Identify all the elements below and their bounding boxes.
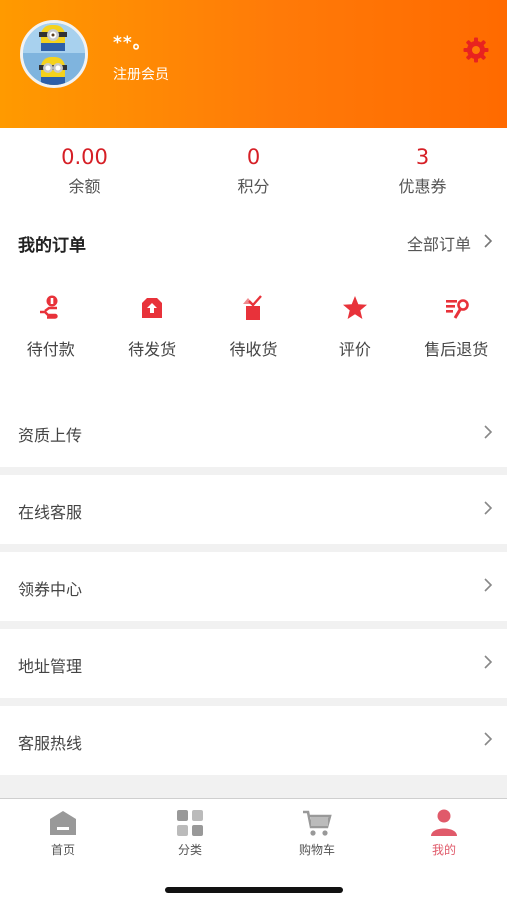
order-status-label: 待收货 [229,340,278,359]
bottom-tab-bar: 首页 分类 购物车 我的 [0,798,507,900]
menu-item-online-service[interactable]: 在线客服 [0,475,507,544]
chevron-right-icon [484,234,493,248]
order-status-after-sales[interactable]: 售后退货 [406,290,507,370]
divider [0,467,507,475]
tab-category[interactable]: 分类 [127,799,253,859]
payment-pending-icon [39,295,58,319]
tab-cart[interactable]: 购物车 [254,799,380,859]
order-status-label: 待发货 [128,340,177,359]
gear-icon[interactable] [462,36,490,64]
menu-item-label: 领券中心 [18,580,83,599]
menu-item-coupon-center[interactable]: 领券中心 [0,552,507,621]
category-icon [177,810,203,836]
order-status-row: 待付款 待发货 待收货 评价 售后退货 [0,290,507,370]
divider [0,775,507,798]
member-level: 注册会员 [113,67,169,83]
menu-item-label: 地址管理 [18,657,83,676]
stat-balance[interactable]: 0.00 余额 [0,128,169,206]
profile-icon [431,809,457,836]
home-indicator[interactable] [165,887,343,893]
menu-item-label: 客服热线 [18,734,83,753]
divider [0,544,507,552]
tab-label: 分类 [177,843,202,857]
chevron-right-icon [484,655,493,669]
profile-header: **。 注册会员 [0,0,507,128]
divider [0,698,507,706]
tab-home[interactable]: 首页 [0,799,126,859]
chevron-right-icon [484,501,493,515]
stat-value: 0 [246,145,261,169]
cart-icon [303,810,332,836]
star-icon [342,296,367,319]
order-status-label: 售后退货 [424,340,489,359]
my-orders-title: 我的订单 [18,236,86,256]
order-status-label: 待付款 [26,340,75,359]
tab-label: 我的 [431,843,456,857]
stat-label: 余额 [68,177,101,196]
all-orders-link[interactable]: 全部订单 [407,231,471,255]
my-orders-header: 我的订单 全部订单 [0,222,507,260]
stat-points[interactable]: 0 积分 [169,128,338,206]
stat-label: 优惠券 [398,177,447,196]
to-receive-icon [243,295,263,320]
stat-value: 0.00 [61,145,108,169]
nickname: **。 [113,33,151,53]
stat-coupons[interactable]: 3 优惠券 [338,128,507,206]
order-status-pending-payment[interactable]: 待付款 [0,290,101,370]
divider [0,621,507,629]
tab-label: 首页 [50,843,75,857]
chevron-right-icon [484,578,493,592]
menu-item-label: 资质上传 [18,426,83,445]
chevron-right-icon [484,732,493,746]
to-ship-icon [142,298,163,318]
order-status-to-ship[interactable]: 待发货 [101,290,202,370]
order-status-review[interactable]: 评价 [304,290,405,370]
avatar[interactable] [20,20,88,88]
order-status-label: 评价 [338,340,371,359]
stat-value: 3 [415,145,430,169]
stat-label: 积分 [237,177,270,196]
menu-item-label: 在线客服 [18,503,83,522]
menu-item-qualification-upload[interactable]: 资质上传 [0,400,507,467]
home-icon [50,811,76,835]
minion-avatar-image [23,23,85,85]
after-sales-icon [446,299,470,319]
menu-item-address-management[interactable]: 地址管理 [0,629,507,698]
chevron-right-icon [484,425,493,439]
account-stats: 0.00 余额 0 积分 3 优惠券 [0,128,507,206]
tab-profile[interactable]: 我的 [381,799,507,859]
tab-label: 购物车 [298,843,335,857]
menu-item-service-hotline[interactable]: 客服热线 [0,706,507,775]
order-status-to-receive[interactable]: 待收货 [203,290,304,370]
